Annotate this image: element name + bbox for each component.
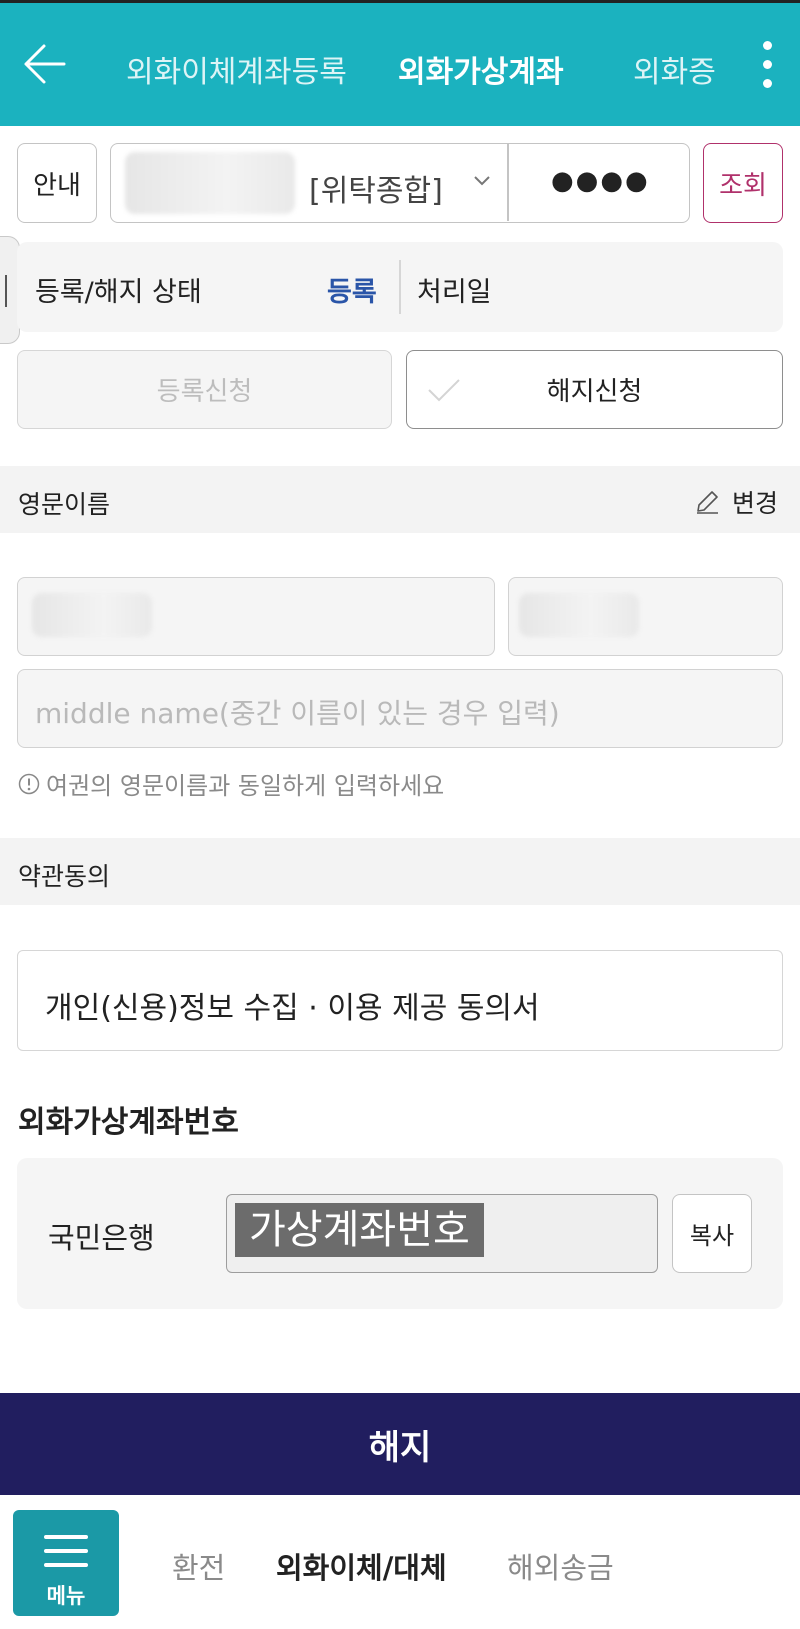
terms-item-label: 개인(신용)정보 수집 · 이용 제공 동의서 bbox=[45, 991, 540, 1026]
virtual-account-title: 외화가상계좌번호 bbox=[18, 1105, 239, 1140]
check-icon bbox=[428, 379, 460, 402]
section-title: 영문이름 bbox=[18, 490, 111, 519]
menu-label: 메뉴 bbox=[46, 1584, 86, 1608]
account-select[interactable]: [위탁종합] ●●●● bbox=[110, 143, 690, 223]
copy-button[interactable]: 복사 bbox=[672, 1194, 752, 1273]
bottom-navigation: 메뉴 환전 외화이체/대체 해외송금 bbox=[0, 1495, 800, 1629]
virtual-account-number: 가상계좌번호 bbox=[235, 1203, 484, 1257]
masked-name-value bbox=[32, 593, 152, 637]
more-menu-icon[interactable] bbox=[760, 41, 774, 91]
top-app-bar: 외화이체계좌등록 외화가상계좌 외화증 bbox=[0, 0, 800, 126]
cancel-request-label: 해지신청 bbox=[546, 377, 643, 407]
tab-fx-securities[interactable]: 외화증 bbox=[633, 47, 716, 91]
divider bbox=[507, 144, 509, 221]
menu-button[interactable]: 메뉴 bbox=[13, 1510, 119, 1616]
guide-button[interactable]: 안내 bbox=[17, 143, 97, 223]
status-label: 등록/해지 상태 bbox=[35, 277, 202, 308]
tab-fx-virtual-account[interactable]: 외화가상계좌 bbox=[398, 47, 564, 91]
edit-name-button[interactable]: 변경 bbox=[694, 484, 778, 520]
register-request-button[interactable]: 등록신청 bbox=[17, 350, 392, 429]
section-title: 약관동의 bbox=[18, 862, 111, 891]
nav-exchange[interactable]: 환전 bbox=[172, 1545, 225, 1587]
hamburger-icon bbox=[44, 1535, 88, 1577]
english-name-section-header: 영문이름 변경 bbox=[0, 466, 800, 533]
terms-item[interactable]: 개인(신용)정보 수집 · 이용 제공 동의서 bbox=[17, 950, 783, 1051]
bank-name: 국민은행 bbox=[48, 1221, 155, 1255]
masked-account-number bbox=[125, 152, 295, 214]
name-notice: 여권의 영문이름과 동일하게 입력하세요 bbox=[18, 766, 444, 801]
process-date-label: 처리일 bbox=[417, 277, 492, 308]
first-name-field[interactable] bbox=[508, 577, 783, 656]
edit-label: 변경 bbox=[732, 489, 779, 518]
last-name-field[interactable] bbox=[17, 577, 495, 656]
cancel-request-button[interactable]: 해지신청 bbox=[406, 350, 783, 429]
info-alert-icon bbox=[18, 773, 40, 794]
virtual-account-panel: 국민은행 가상계좌번호 복사 bbox=[17, 1158, 783, 1309]
registration-status-panel: 등록/해지 상태 등록 처리일 bbox=[17, 242, 783, 332]
notice-text: 여권의 영문이름과 동일하게 입력하세요 bbox=[46, 772, 445, 800]
masked-name-value bbox=[519, 593, 639, 637]
nav-fx-transfer[interactable]: 외화이체/대체 bbox=[276, 1545, 447, 1587]
divider bbox=[399, 260, 401, 314]
back-arrow-icon[interactable] bbox=[20, 39, 70, 89]
lookup-button[interactable]: 조회 bbox=[703, 143, 783, 223]
account-type-label: [위탁종합] bbox=[309, 174, 443, 209]
cancel-submit-button[interactable]: 해지 bbox=[0, 1393, 800, 1495]
account-password-field[interactable]: ●●●● bbox=[551, 166, 650, 196]
tab-fx-transfer-account[interactable]: 외화이체계좌등록 bbox=[126, 47, 347, 91]
middle-name-placeholder: middle name(중간 이름이 있는 경우 입력) bbox=[35, 697, 560, 730]
chevron-down-icon bbox=[474, 176, 490, 186]
middle-name-input[interactable]: middle name(중간 이름이 있는 경우 입력) bbox=[17, 669, 783, 748]
status-value: 등록 bbox=[327, 277, 377, 308]
terms-section-header: 약관동의 bbox=[0, 838, 800, 905]
nav-overseas-remittance[interactable]: 해외송금 bbox=[507, 1545, 614, 1587]
pencil-icon bbox=[697, 491, 718, 514]
virtual-account-number-field[interactable]: 가상계좌번호 bbox=[226, 1194, 658, 1273]
